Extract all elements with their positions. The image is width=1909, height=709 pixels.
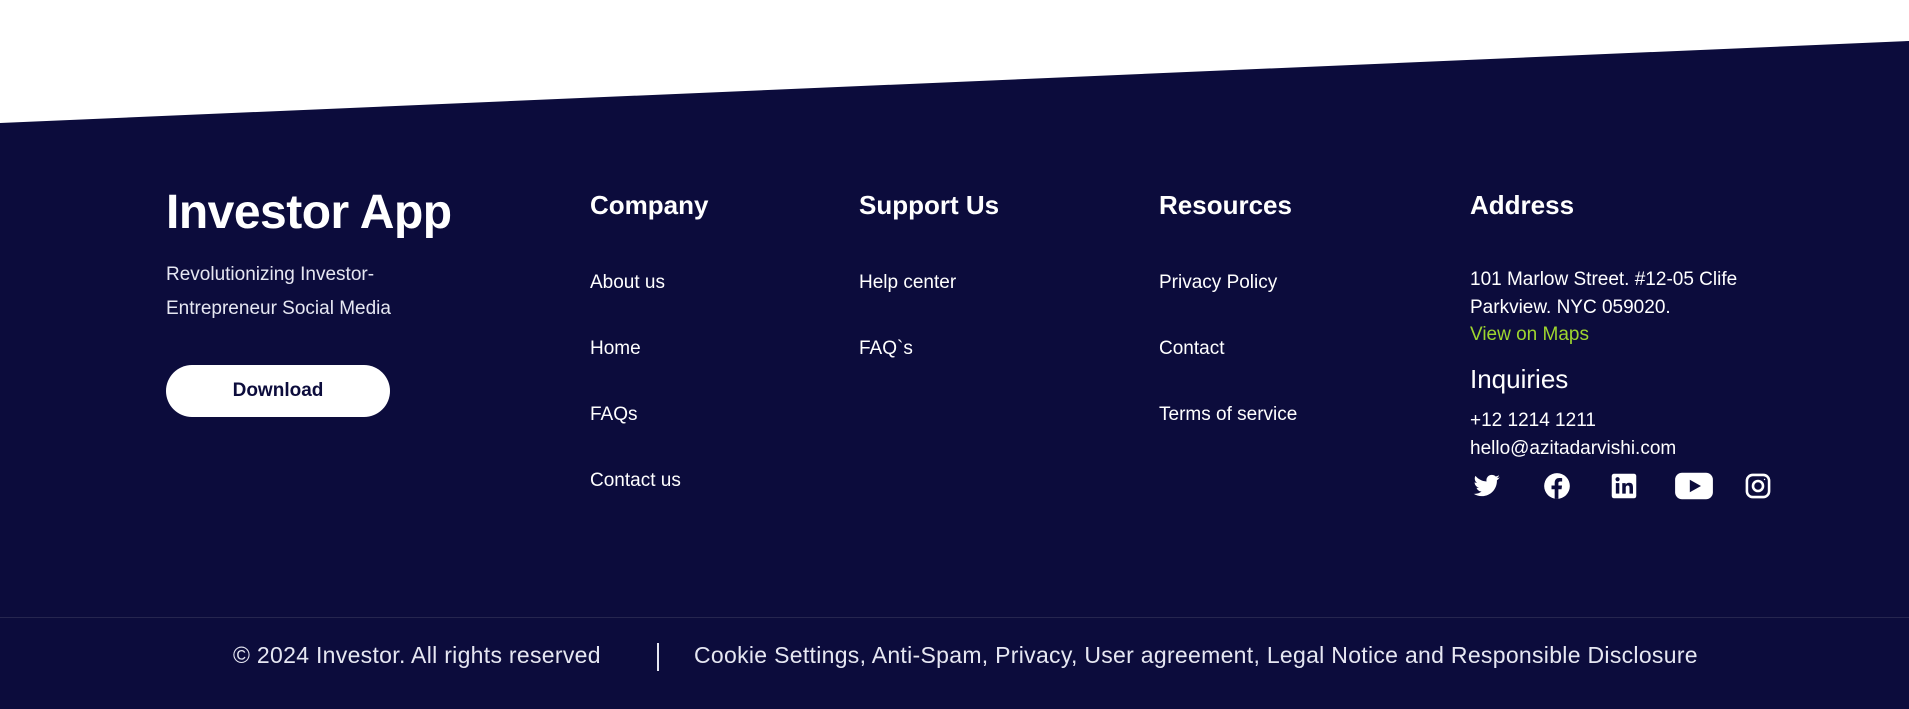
brand-title: Investor App [166,186,452,239]
instagram-icon[interactable] [1741,472,1775,500]
address-column: Address 101 Marlow Street. #12-05 Clife … [1470,190,1810,500]
copyright-text: © 2024 Investor. All rights reserved [233,642,601,668]
phone-number: +12 1214 1211 [1470,410,1596,431]
support-links: Help center FAQ`s [859,272,956,404]
footer-divider [0,617,1909,618]
support-heading: Support Us [859,190,1000,220]
view-on-maps-link[interactable]: View on Maps [1470,324,1589,346]
footer-link-contact[interactable]: Contact [1159,338,1224,360]
footer-link-help-center[interactable]: Help center [859,272,956,294]
twitter-icon[interactable] [1470,472,1504,500]
facebook-icon[interactable] [1540,472,1574,500]
company-heading: Company [590,190,709,220]
bottom-separator [657,643,659,671]
email-address: hello@azitadarvishi.com [1470,438,1677,459]
brand-tagline: Revolutionizing Investor-Entrepreneur So… [166,264,391,319]
resources-column: Resources Privacy Policy Contact Terms o… [1159,190,1297,425]
address-text: 101 Marlow Street. #12-05 Clife Parkview… [1470,269,1738,318]
legal-links[interactable]: Cookie Settings, Anti-Spam, Privacy, Use… [694,642,1698,669]
resources-links: Privacy Policy Contact Terms of service [1159,272,1297,470]
company-column: Company About us Home FAQs Contact us [590,190,709,491]
company-links: About us Home FAQs Contact us [590,272,681,536]
footer-link-faqs[interactable]: FAQs [590,404,638,426]
footer-link-about-us[interactable]: About us [590,272,665,294]
footer-link-faq[interactable]: FAQ`s [859,338,913,360]
footer-link-contact-us[interactable]: Contact us [590,470,681,492]
footer-link-terms-of-service[interactable]: Terms of service [1159,404,1297,426]
linkedin-icon[interactable] [1607,472,1641,500]
download-button[interactable]: Download [166,365,390,417]
youtube-icon[interactable] [1674,472,1714,500]
footer-link-privacy-policy[interactable]: Privacy Policy [1159,272,1277,294]
inquiries-heading: Inquiries [1470,364,1569,394]
address-heading: Address [1470,190,1575,220]
support-column: Support Us Help center FAQ`s [859,190,1000,359]
resources-heading: Resources [1159,190,1292,220]
footer-link-home[interactable]: Home [590,338,641,360]
